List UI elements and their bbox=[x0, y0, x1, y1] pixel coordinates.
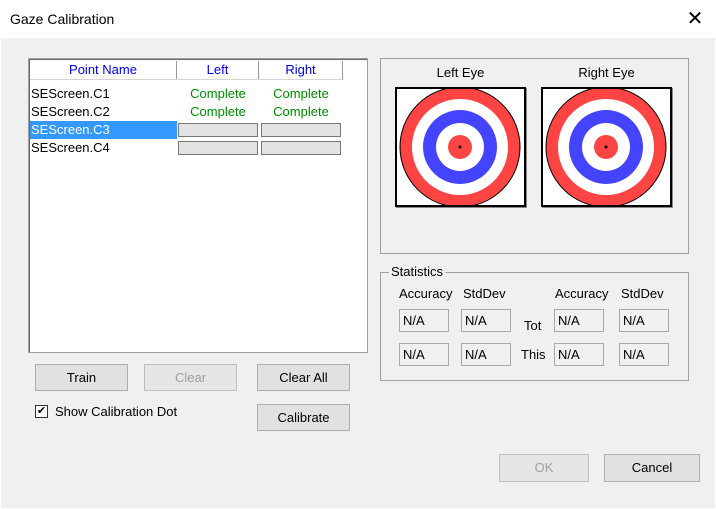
dialog-client: Point Name Left Right SEScreen.C1 Comple… bbox=[1, 38, 715, 508]
right-status: Complete bbox=[273, 86, 329, 101]
list-header: Point Name Left Right bbox=[30, 61, 344, 80]
list-item[interactable]: SEScreen.C1 Complete Complete bbox=[30, 85, 342, 103]
statistics-group: Statistics Accuracy StdDev Accuracy StdD… bbox=[380, 264, 689, 381]
eye-preview-panel: Left Eye Right Eye bbox=[380, 58, 689, 254]
checkbox-check-icon[interactable]: ✔ bbox=[35, 405, 48, 418]
right-tot-stddev-field: N/A bbox=[619, 309, 669, 332]
close-icon[interactable]: ✕ bbox=[681, 6, 709, 32]
left-eye-target bbox=[395, 87, 526, 207]
right-accuracy-header: Accuracy bbox=[555, 286, 609, 301]
calibration-point-list[interactable]: Point Name Left Right SEScreen.C1 Comple… bbox=[28, 58, 368, 353]
right-eye-target bbox=[541, 87, 672, 207]
cancel-button[interactable]: Cancel bbox=[604, 454, 700, 482]
point-name: SEScreen.C1 bbox=[31, 86, 110, 101]
left-accuracy-header: Accuracy bbox=[399, 286, 453, 301]
ok-button[interactable]: OK bbox=[499, 454, 589, 482]
clear-all-button[interactable]: Clear All bbox=[257, 364, 350, 391]
tot-row-label: Tot bbox=[524, 318, 542, 333]
train-button[interactable]: Train bbox=[35, 364, 128, 391]
list-item[interactable]: SEScreen.C2 Complete Complete bbox=[30, 103, 342, 121]
right-this-accuracy-field: N/A bbox=[554, 343, 604, 366]
right-status-empty bbox=[261, 123, 341, 137]
left-this-stddev-field: N/A bbox=[461, 343, 511, 366]
right-status-empty bbox=[261, 141, 341, 155]
left-eye-label: Left Eye bbox=[436, 65, 485, 80]
left-this-accuracy-field: N/A bbox=[399, 343, 449, 366]
right-stddev-header: StdDev bbox=[621, 286, 664, 301]
left-tot-stddev-field: N/A bbox=[461, 309, 511, 332]
point-name: SEScreen.C3 bbox=[30, 121, 177, 139]
window-title: Gaze Calibration bbox=[10, 11, 115, 27]
left-tot-accuracy-field: N/A bbox=[399, 309, 449, 332]
point-name: SEScreen.C4 bbox=[31, 140, 110, 155]
statistics-legend: Statistics bbox=[389, 264, 446, 279]
this-row-label: This bbox=[521, 347, 546, 362]
title-bar: Gaze Calibration ✕ bbox=[0, 0, 716, 38]
clear-button[interactable]: Clear bbox=[144, 364, 237, 391]
left-status-empty bbox=[178, 123, 258, 137]
calibrate-button[interactable]: Calibrate bbox=[257, 404, 350, 431]
column-header-left[interactable]: Left bbox=[177, 61, 259, 79]
list-item[interactable]: SEScreen.C4 bbox=[30, 139, 342, 157]
left-status: Complete bbox=[190, 104, 246, 119]
column-header-right[interactable]: Right bbox=[259, 61, 343, 79]
list-item-selected[interactable]: SEScreen.C3 bbox=[30, 121, 342, 139]
checkbox-label: Show Calibration Dot bbox=[55, 404, 178, 419]
right-eye-target-icon bbox=[545, 89, 667, 205]
right-status: Complete bbox=[273, 104, 329, 119]
point-name: SEScreen.C2 bbox=[31, 104, 110, 119]
left-eye-target-icon bbox=[399, 89, 521, 205]
left-status: Complete bbox=[190, 86, 246, 101]
right-eye-label: Right Eye bbox=[578, 65, 635, 80]
right-tot-accuracy-field: N/A bbox=[554, 309, 604, 332]
column-header-point-name[interactable]: Point Name bbox=[30, 61, 177, 79]
left-stddev-header: StdDev bbox=[463, 286, 506, 301]
right-this-stddev-field: N/A bbox=[619, 343, 669, 366]
left-status-empty bbox=[178, 141, 258, 155]
